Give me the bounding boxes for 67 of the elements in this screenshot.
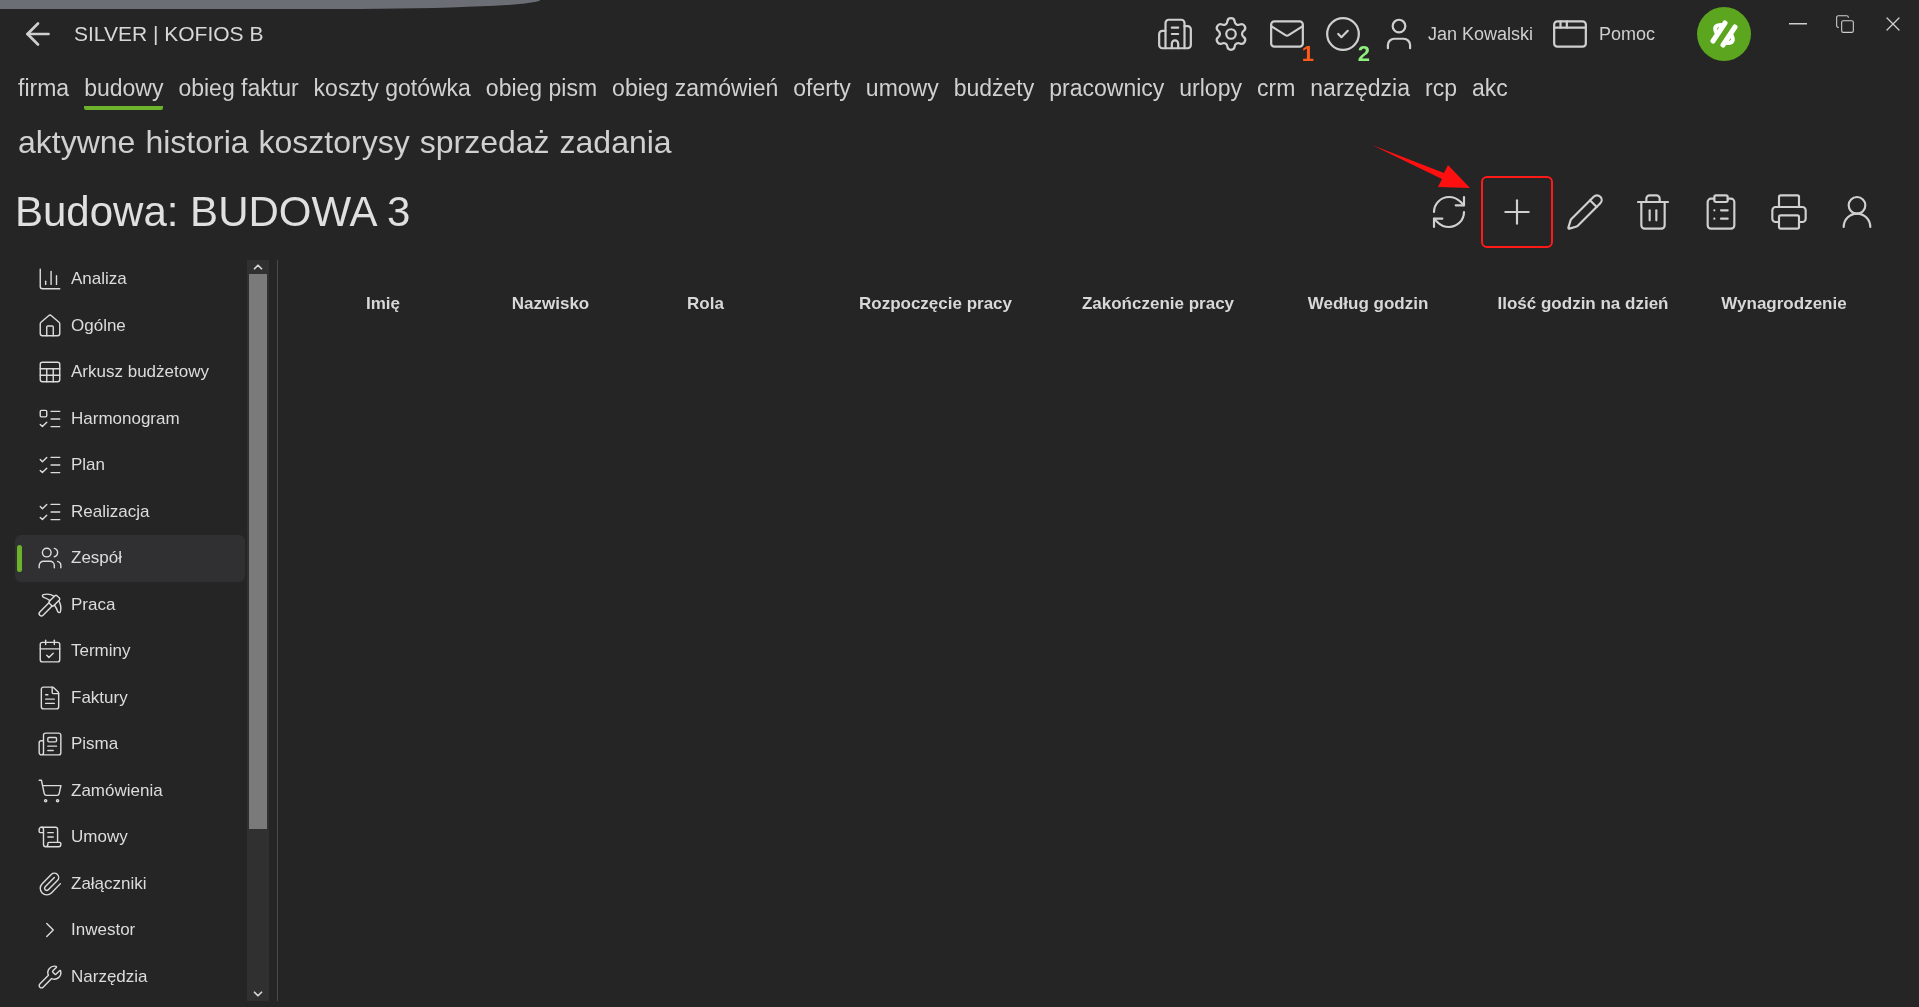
column-header[interactable]: Ilość godzin na dzień [1493,276,1673,332]
column-header[interactable]: Według godzin [1243,276,1493,332]
restore-button[interactable] [1835,12,1855,36]
window-title: SILVER | KOFIOS B [74,22,264,46]
sidebar-item[interactable]: Analiza [15,256,245,303]
tools-icon [37,963,63,990]
nav-tab[interactable]: pracownicy [1049,74,1165,110]
sidebar-item[interactable]: Narzędzia [15,953,245,1000]
nav-tab[interactable]: urlopy [1179,74,1242,110]
minimize-icon [1789,23,1807,25]
sub-tab[interactable]: sprzedaż [419,123,550,161]
user-button[interactable]: Jan Kowalski [1379,15,1533,53]
calendar-icon [37,638,63,665]
sidebar-item[interactable]: Terminy [15,628,245,675]
printer-icon [1769,192,1809,232]
nav-tab[interactable]: obieg pism [485,74,598,110]
sidebar-item[interactable]: Arkusz budżetowy [15,349,245,396]
nav-tab[interactable]: oferty [793,74,851,110]
house-icon [37,312,63,339]
restore-icon [1835,14,1855,34]
sidebar-item[interactable]: Zamówienia [15,767,245,814]
sidebar-item[interactable]: Zespół [15,535,245,582]
help-button[interactable]: Pomoc [1550,15,1655,53]
app-logo [1697,7,1751,61]
sub-tab[interactable]: historia [145,123,249,161]
nav-tab[interactable]: crm [1256,74,1296,110]
nav-tab[interactable]: firma [18,74,70,110]
sub-tab[interactable]: kosztorysy [258,123,410,161]
nav-tab[interactable]: obieg faktur [178,74,299,110]
selection-indicator [17,545,22,572]
nav-tab[interactable]: koszty gotówka [313,74,471,110]
page-title: Budowa: BUDOWA 3 [15,188,412,236]
sidebar-item[interactable]: Praca [15,581,245,628]
column-header[interactable]: Imię [278,276,488,332]
scrollbar-thumb[interactable] [249,274,267,829]
sub-tab[interactable]: zadania [559,123,672,161]
nav-tab[interactable]: akc [1472,74,1508,110]
nav-tab[interactable]: umowy [865,74,939,110]
nav-tab[interactable]: budżety [953,74,1035,110]
column-header[interactable]: Rola [613,276,798,332]
nav-tab[interactable]: rcp [1425,74,1457,110]
cart-icon [37,777,63,804]
pencil-icon [1565,192,1605,232]
sidebar-item[interactable]: Ogólne [15,302,245,349]
sidebar-item[interactable]: Umowy [15,814,245,861]
pickaxe-icon [37,591,63,618]
sidebar-item[interactable]: Załączniki [15,860,245,907]
nav-tab[interactable]: narzędzia [1310,74,1411,110]
column-header[interactable]: Nazwisko [488,276,613,332]
sub-tab[interactable]: aktywne [18,123,136,161]
paperclip-icon [37,870,63,897]
sidebar-item[interactable]: Harmonogram [15,395,245,442]
column-header[interactable]: Wynagrodzenie [1673,276,1895,332]
column-header[interactable]: Rozpoczęcie pracy [798,276,1073,332]
tasks-count: 2 [1357,41,1370,67]
nav-tab[interactable]: budowy [84,74,164,110]
sidebar-item[interactable]: Inwestor [15,907,245,954]
scrollbar[interactable] [247,260,269,1001]
mail-count: 1 [1301,41,1314,67]
column-header[interactable]: Zakończenie pracy [1073,276,1243,332]
sidebar-item[interactable]: Realizacja [15,488,245,535]
add-button[interactable] [1481,176,1553,248]
sidebar-item[interactable]: Faktury [15,674,245,721]
sidebar-item[interactable]: Pisma [15,721,245,768]
nav-tab[interactable]: obieg zamówień [612,74,779,110]
document-icon [37,731,63,758]
sidebar-item[interactable]: Plan [15,442,245,489]
